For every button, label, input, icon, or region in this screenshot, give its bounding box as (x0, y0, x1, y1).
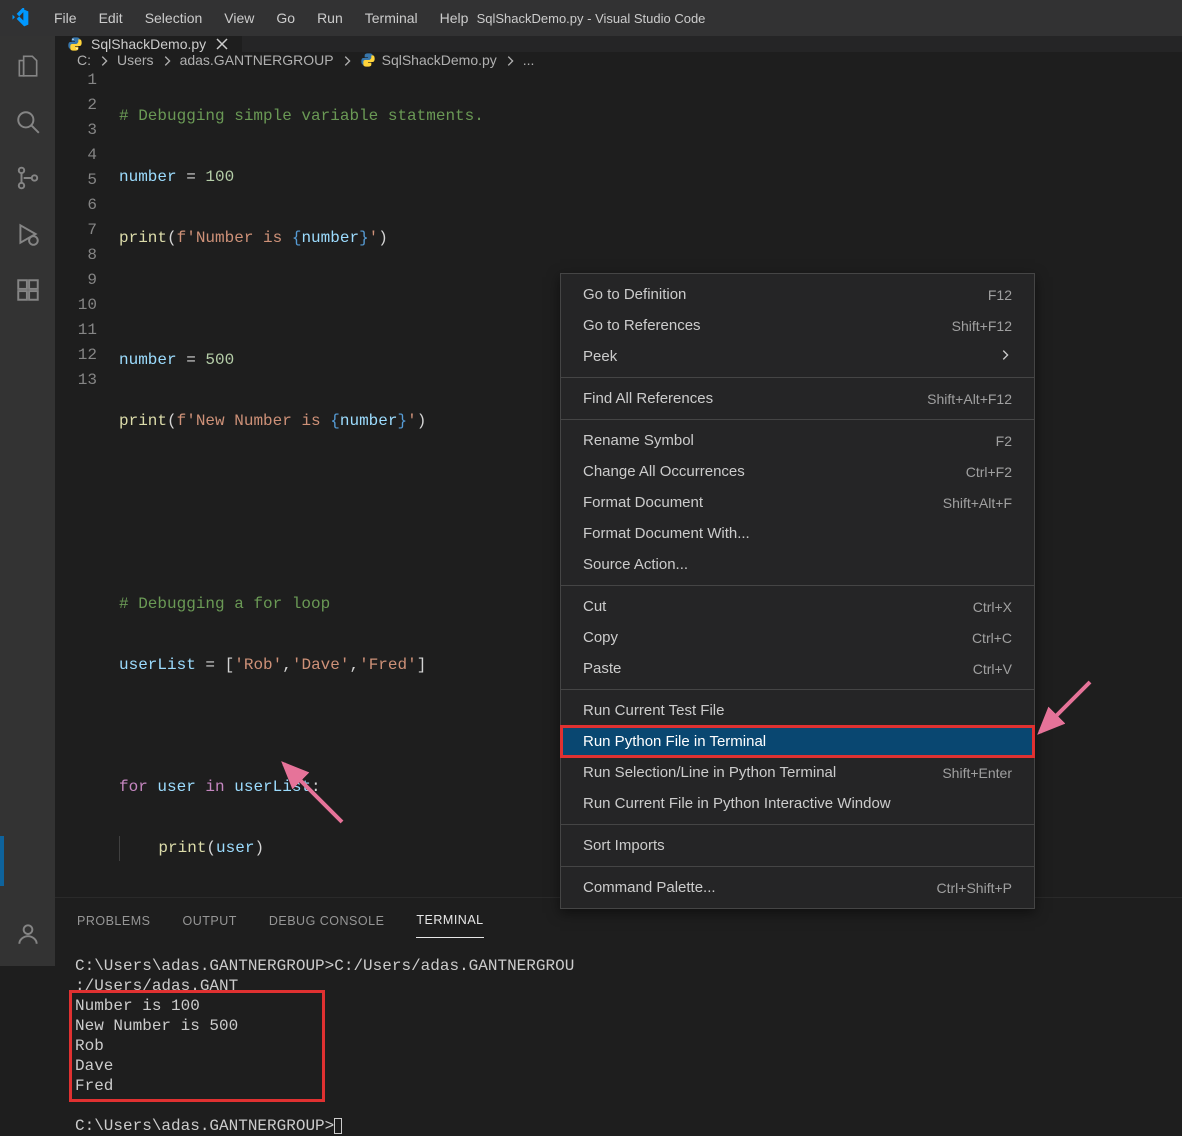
title-bar: File Edit Selection View Go Run Terminal… (0, 0, 1182, 36)
cm-format-document-with[interactable]: Format Document With... (561, 518, 1034, 549)
cm-separator (561, 419, 1034, 420)
chevron-right-icon (97, 52, 111, 68)
cm-run-current-test-file[interactable]: Run Current Test File (561, 695, 1034, 726)
activity-highlight (0, 836, 4, 886)
source-control-icon[interactable] (14, 164, 42, 192)
chevron-right-icon (160, 52, 174, 68)
chevron-right-icon (998, 348, 1012, 366)
bottom-panel: PROBLEMS OUTPUT DEBUG CONSOLE TERMINAL C… (55, 897, 1182, 1136)
cm-separator (561, 377, 1034, 378)
cm-run-selection-in-terminal[interactable]: Run Selection/Line in Python TerminalShi… (561, 757, 1034, 788)
cm-paste[interactable]: PasteCtrl+V (561, 653, 1034, 684)
menu-terminal[interactable]: Terminal (355, 6, 428, 30)
tab-sqlshackdemo[interactable]: SqlShackDemo.py (55, 36, 242, 52)
close-icon[interactable] (214, 36, 230, 52)
crumb-more[interactable]: ... (523, 52, 535, 68)
terminal[interactable]: C:\Users\adas.GANTNERGROUP>C:/Users/adas… (55, 938, 1182, 1136)
cm-separator (561, 866, 1034, 867)
crumb-users[interactable]: Users (117, 52, 154, 68)
cm-rename-symbol[interactable]: Rename SymbolF2 (561, 425, 1034, 456)
menu-run[interactable]: Run (307, 6, 353, 30)
cm-find-all-references[interactable]: Find All ReferencesShift+Alt+F12 (561, 383, 1034, 414)
panel-tab-terminal[interactable]: TERMINAL (416, 913, 483, 938)
cm-format-document[interactable]: Format DocumentShift+Alt+F (561, 487, 1034, 518)
terminal-output: Number is 100 (75, 996, 1162, 1016)
terminal-output: New Number is 500 (75, 1016, 1162, 1036)
python-file-icon (360, 52, 376, 68)
terminal-output: Rob (75, 1036, 1162, 1056)
crumb-file[interactable]: SqlShackDemo.py (360, 52, 497, 68)
cm-go-to-references[interactable]: Go to ReferencesShift+F12 (561, 310, 1034, 341)
cm-command-palette[interactable]: Command Palette...Ctrl+Shift+P (561, 872, 1034, 903)
menu-selection[interactable]: Selection (135, 6, 213, 30)
terminal-prompt: C:\Users\adas.GANTNERGROUP> (75, 1116, 1162, 1136)
cm-peek[interactable]: Peek (561, 341, 1034, 372)
search-icon[interactable] (14, 108, 42, 136)
python-file-icon (67, 36, 83, 52)
cm-separator (561, 689, 1034, 690)
menu-file[interactable]: File (44, 6, 87, 30)
cm-run-python-file-in-terminal[interactable]: Run Python File in Terminal (561, 726, 1034, 757)
menu-go[interactable]: Go (266, 6, 305, 30)
cm-separator (561, 824, 1034, 825)
panel-tab-problems[interactable]: PROBLEMS (77, 914, 150, 938)
menu-help[interactable]: Help (430, 6, 479, 30)
vscode-logo-icon (10, 8, 30, 28)
run-debug-icon[interactable] (14, 220, 42, 248)
cm-copy[interactable]: CopyCtrl+C (561, 622, 1034, 653)
activity-bar (0, 36, 55, 966)
menu-edit[interactable]: Edit (89, 6, 133, 30)
menu-view[interactable]: View (214, 6, 264, 30)
explorer-icon[interactable] (14, 52, 42, 80)
cm-run-in-interactive-window[interactable]: Run Current File in Python Interactive W… (561, 788, 1034, 819)
panel-tab-debug-console[interactable]: DEBUG CONSOLE (269, 914, 385, 938)
breadcrumbs[interactable]: C: Users adas.GANTNERGROUP SqlShackDemo.… (55, 52, 1182, 68)
crumb-adas[interactable]: adas.GANTNERGROUP (180, 52, 334, 68)
main-menu: File Edit Selection View Go Run Terminal… (44, 6, 478, 30)
cm-go-to-definition[interactable]: Go to DefinitionF12 (561, 279, 1034, 310)
editor-tabs: SqlShackDemo.py (55, 36, 1182, 52)
chevron-right-icon (340, 52, 354, 68)
line-number-gutter: 12345678910111213 (55, 68, 119, 897)
crumb-c[interactable]: C: (77, 52, 91, 68)
terminal-output: Dave (75, 1056, 1162, 1076)
cm-change-all-occurrences[interactable]: Change All OccurrencesCtrl+F2 (561, 456, 1034, 487)
extensions-icon[interactable] (14, 276, 42, 304)
tab-label: SqlShackDemo.py (91, 36, 206, 52)
terminal-line: C:\Users\adas.GANTNERGROUP>C:/Users/adas… (75, 956, 1162, 996)
cm-cut[interactable]: CutCtrl+X (561, 591, 1034, 622)
chevron-right-icon (503, 52, 517, 68)
cm-sort-imports[interactable]: Sort Imports (561, 830, 1034, 861)
editor-context-menu: Go to DefinitionF12 Go to ReferencesShif… (560, 273, 1035, 909)
cm-source-action[interactable]: Source Action... (561, 549, 1034, 580)
cm-separator (561, 585, 1034, 586)
accounts-icon[interactable] (14, 920, 42, 948)
terminal-output: Fred (75, 1076, 1162, 1096)
panel-tab-output[interactable]: OUTPUT (182, 914, 236, 938)
